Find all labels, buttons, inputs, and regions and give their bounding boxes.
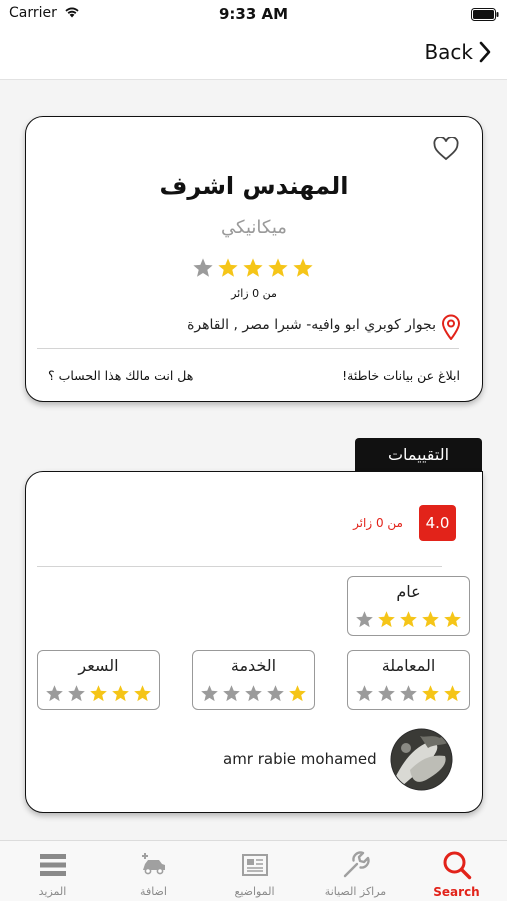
tab-add[interactable]: اضافة bbox=[103, 841, 204, 901]
star-icon bbox=[223, 685, 240, 702]
rating-box-label: الخدمة bbox=[230, 656, 277, 675]
rating-box-stars bbox=[355, 610, 465, 629]
provider-address: بجوار كوبري ابو وافيه- شبرا مصر , القاهر… bbox=[187, 317, 436, 333]
provider-name: المهندس اشرف bbox=[159, 172, 349, 200]
newspaper-icon bbox=[242, 854, 268, 876]
star-icon bbox=[134, 685, 151, 702]
rating-box-label: المعاملة bbox=[381, 656, 436, 675]
star-icon bbox=[289, 685, 306, 702]
chevron-right-icon bbox=[479, 41, 491, 63]
star-icon bbox=[422, 685, 439, 702]
tab-label: المزيد bbox=[38, 885, 67, 898]
star-icon bbox=[46, 685, 63, 702]
back-label: Back bbox=[424, 40, 473, 64]
star-icon bbox=[68, 685, 85, 702]
rating-box-general: عام bbox=[347, 576, 470, 636]
report-wrong-data-link[interactable]: ابلاغ عن بيانات خاطئة! bbox=[342, 368, 460, 383]
tab-maintenance-centers[interactable]: مراكز الصيانة bbox=[305, 841, 406, 901]
car-add-icon bbox=[142, 853, 165, 875]
rating-box-service: الخدمة bbox=[192, 650, 315, 710]
clock: 9:33 AM bbox=[218, 5, 289, 23]
star-icon bbox=[112, 685, 129, 702]
star-icon bbox=[356, 611, 373, 628]
back-button[interactable]: Back bbox=[424, 40, 491, 64]
rating-box-stars bbox=[200, 684, 310, 703]
divider bbox=[37, 566, 442, 567]
tab-search[interactable]: Search bbox=[406, 841, 507, 901]
star-icon bbox=[293, 258, 313, 277]
rating-box-stars bbox=[45, 684, 155, 703]
star-icon bbox=[444, 685, 461, 702]
star-icon bbox=[422, 611, 439, 628]
wrench-icon bbox=[343, 851, 370, 878]
star-icon bbox=[267, 685, 284, 702]
rating-box-price: السعر bbox=[37, 650, 160, 710]
star-icon bbox=[245, 685, 262, 702]
visitor-count: من 0 زائر bbox=[231, 287, 277, 300]
star-icon bbox=[400, 685, 417, 702]
profile-card: المهندس اشرف ميكانيكي من 0 زائر بجوار كو… bbox=[25, 116, 483, 402]
menu-icon bbox=[40, 854, 66, 876]
claim-account-link[interactable]: هل انت مالك هذا الحساب ؟ bbox=[48, 368, 193, 383]
provider-specialty: ميكانيكي bbox=[221, 217, 287, 238]
tab-label: Search bbox=[433, 885, 480, 899]
location-pin-icon bbox=[441, 314, 461, 340]
heart-icon[interactable] bbox=[433, 137, 459, 161]
star-icon bbox=[356, 685, 373, 702]
search-icon bbox=[443, 851, 472, 880]
divider bbox=[37, 348, 459, 349]
rating-score-badge: 4.0 bbox=[419, 505, 456, 541]
rating-box-treatment: المعاملة bbox=[347, 650, 470, 710]
star-icon bbox=[218, 258, 238, 277]
status-bar: Carrier 9:33 AM bbox=[0, 0, 507, 28]
bottom-tab-bar: Search مراكز الصيانة المواضيع اضافة المز… bbox=[0, 840, 507, 901]
star-icon bbox=[444, 611, 461, 628]
tab-label: مراكز الصيانة bbox=[324, 885, 387, 898]
rating-box-label: السعر bbox=[78, 656, 119, 675]
provider-rating-stars bbox=[192, 257, 314, 279]
star-icon bbox=[90, 685, 107, 702]
reviews-tab[interactable]: التقييمات bbox=[355, 438, 482, 472]
tab-topics[interactable]: المواضيع bbox=[204, 841, 305, 901]
tab-label: المواضيع bbox=[234, 885, 275, 898]
rating-box-label: عام bbox=[396, 582, 421, 601]
reviewer-name: amr rabie mohamed bbox=[223, 750, 377, 768]
star-icon bbox=[243, 258, 263, 277]
reviewer-avatar bbox=[390, 728, 453, 791]
star-icon bbox=[400, 611, 417, 628]
rating-box-stars bbox=[355, 684, 465, 703]
star-icon bbox=[268, 258, 288, 277]
tab-label: اضافة bbox=[140, 885, 167, 898]
reviews-card: 4.0 من 0 زائر عام المعاملة الخدمة السعر … bbox=[25, 471, 483, 813]
reviews-visitor-count: من 0 زائر bbox=[353, 516, 403, 530]
star-icon bbox=[378, 685, 395, 702]
tab-more[interactable]: المزيد bbox=[2, 841, 103, 901]
navigation-bar: Back bbox=[0, 28, 507, 80]
battery-icon bbox=[471, 8, 499, 21]
star-icon bbox=[378, 611, 395, 628]
star-icon bbox=[193, 258, 213, 277]
star-icon bbox=[201, 685, 218, 702]
